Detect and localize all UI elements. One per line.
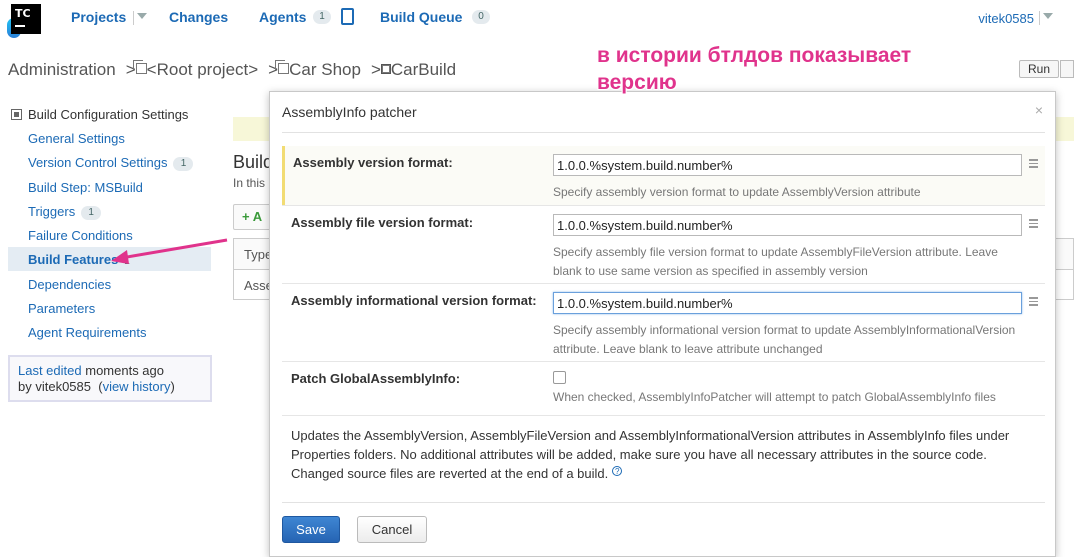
- assembly-informational-version-label: Assembly informational version format:: [291, 293, 537, 308]
- page-heading: Build: [233, 152, 274, 172]
- field-row-assembly-version: Assembly version format: Specify assembl…: [282, 146, 1045, 206]
- cancel-button[interactable]: Cancel: [357, 516, 427, 543]
- sidebar-item-build-step[interactable]: Build Step: MSBuild: [28, 180, 143, 195]
- sidebar-item-dependencies[interactable]: Dependencies: [28, 277, 111, 292]
- teamcity-logo[interactable]: TC: [7, 4, 41, 38]
- patch-global-assemblyinfo-hint: When checked, AssemblyInfoPatcher will a…: [553, 390, 996, 404]
- sidebar-item-label: General Settings: [28, 131, 125, 146]
- breadcrumb-root-project[interactable]: <Root project>: [147, 60, 259, 79]
- sidebar-item-agent-requirements[interactable]: Agent Requirements: [28, 325, 147, 340]
- build-config-icon: [11, 109, 22, 120]
- run-options-button[interactable]: [1060, 60, 1074, 78]
- arrow-shaft: [120, 238, 228, 260]
- page-subtext: In this: [233, 176, 266, 190]
- sidebar-title-text: Build Configuration Settings: [28, 107, 189, 122]
- arrow-head: [111, 250, 129, 264]
- sidebar-title: Build Configuration Settings: [11, 107, 188, 122]
- divider: [282, 502, 1045, 503]
- parameters-icon[interactable]: [1029, 159, 1038, 168]
- count-badge: 1: [173, 157, 194, 171]
- close-icon[interactable]: ×: [1035, 102, 1043, 118]
- sidebar-item-label: Build Step: MSBuild: [28, 180, 143, 195]
- nav-build-queue[interactable]: Build Queue: [380, 9, 462, 25]
- nav-agents[interactable]: Agents: [259, 9, 306, 25]
- annotation-note: в истории бтлдов показывает версию: [597, 42, 911, 96]
- logo-underline: [15, 25, 25, 27]
- agent-status-icon[interactable]: [341, 8, 354, 25]
- assembly-file-version-label: Assembly file version format:: [291, 215, 474, 230]
- assembly-version-hint: Specify assembly version format to updat…: [553, 185, 921, 199]
- help-icon[interactable]: ?: [612, 466, 623, 476]
- sidebar-item-triggers[interactable]: Triggers 1: [28, 204, 102, 220]
- view-history-link[interactable]: view history: [103, 379, 171, 394]
- project-icon: [132, 60, 147, 74]
- assembly-file-version-hint: Specify assembly file version format to …: [553, 245, 998, 278]
- last-edited-when: moments ago: [85, 363, 164, 378]
- patch-global-assemblyinfo-checkbox[interactable]: [553, 371, 566, 384]
- add-build-feature-button[interactable]: + A: [233, 204, 273, 230]
- sidebar-item-label: Triggers: [28, 204, 76, 219]
- user-separator: [1039, 11, 1040, 25]
- assembly-informational-version-input[interactable]: [553, 292, 1022, 314]
- chevron-right-icon: >: [370, 60, 381, 79]
- assembly-version-label: Assembly version format:: [293, 155, 453, 170]
- last-edited-box: Last edited moments ago by vitek0585 (vi…: [8, 355, 212, 402]
- sidebar-item-label: Dependencies: [28, 277, 112, 292]
- feature-description: Updates the AssemblyVersion, AssemblyFil…: [291, 426, 1011, 483]
- annotation-arrow: [111, 238, 228, 264]
- sidebar-item-parameters[interactable]: Parameters: [28, 301, 95, 316]
- assembly-version-input[interactable]: [553, 154, 1022, 176]
- logo-text: TC: [15, 7, 31, 20]
- assembly-informational-version-hint: Specify assembly informational version f…: [553, 323, 1016, 356]
- parameters-icon[interactable]: [1029, 219, 1038, 228]
- breadcrumb: Administration > <Root project> > Car Shop > C…: [8, 60, 456, 80]
- chevron-down-icon[interactable]: [137, 13, 147, 19]
- assembly-file-version-input[interactable]: [553, 214, 1022, 236]
- sidebar-item-label: Parameters: [28, 301, 96, 316]
- feature-description-text: Updates the AssemblyVersion, AssemblyFil…: [291, 428, 1010, 481]
- agents-count-badge: 1: [313, 10, 331, 24]
- parameters-icon[interactable]: [1029, 297, 1038, 306]
- build-config-icon: [380, 64, 391, 74]
- last-edited-by: by vitek0585: [18, 379, 91, 394]
- nav-projects[interactable]: Projects: [71, 9, 126, 25]
- breadcrumb-administration[interactable]: Administration: [8, 60, 116, 79]
- user-chevron-down-icon[interactable]: [1043, 13, 1053, 19]
- field-row-assembly-informational-version: Assembly informational version format: S…: [282, 284, 1045, 362]
- field-row-assembly-file-version: Assembly file version format: Specify as…: [282, 206, 1045, 284]
- breadcrumb-carbuild[interactable]: CarBuild: [391, 60, 456, 79]
- breadcrumb-car-shop[interactable]: Car Shop: [289, 60, 361, 79]
- field-row-patch-global-assemblyinfo: Patch GlobalAssemblyInfo: When checked, …: [282, 362, 1045, 416]
- assemblyinfo-patcher-dialog: AssemblyInfo patcher × Assembly version …: [269, 91, 1056, 557]
- nav-changes[interactable]: Changes: [169, 9, 228, 25]
- sidebar-item-version-control[interactable]: Version Control Settings 1: [28, 155, 194, 171]
- top-bar: TC Projects Changes Agents 1 Build Queue…: [0, 0, 1074, 40]
- dialog-title: AssemblyInfo patcher: [282, 104, 417, 120]
- sidebar-item-label: Version Control Settings: [28, 155, 168, 170]
- run-button[interactable]: Run: [1019, 60, 1059, 78]
- patch-global-assemblyinfo-label: Patch GlobalAssemblyInfo:: [291, 371, 461, 386]
- build-queue-count-badge: 0: [472, 10, 490, 24]
- divider: [282, 132, 1045, 133]
- count-badge: 1: [81, 206, 102, 220]
- annotation-line-2: версию: [597, 71, 677, 94]
- project-icon: [275, 60, 290, 74]
- annotation-line-1: в истории бтлдов показывает: [597, 44, 912, 67]
- last-edited-link[interactable]: Last edited: [18, 363, 82, 378]
- nav-separator: [133, 11, 134, 25]
- highlight-bar: [282, 146, 285, 205]
- save-button[interactable]: Save: [282, 516, 340, 543]
- sidebar-item-general-settings[interactable]: General Settings: [28, 131, 125, 146]
- sidebar-item-label: Agent Requirements: [28, 325, 147, 340]
- user-menu[interactable]: vitek0585: [978, 11, 1034, 26]
